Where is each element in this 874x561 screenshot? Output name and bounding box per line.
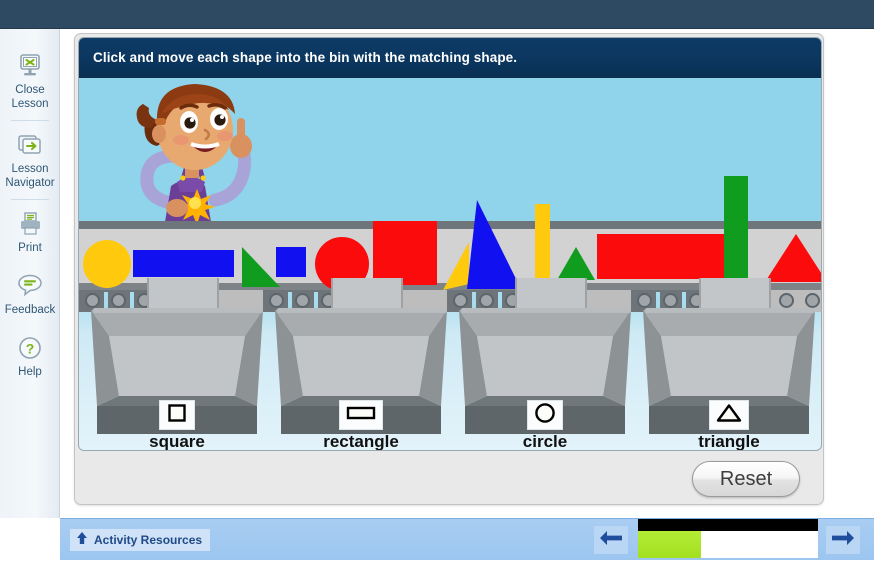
belt-shape-square-blue[interactable]	[276, 247, 306, 277]
sidebar-label-line2: Lesson	[11, 98, 49, 110]
bin-circle[interactable]: circle	[455, 278, 635, 451]
arrow-left-icon	[598, 528, 624, 553]
rectangle-glyph	[346, 405, 376, 426]
lesson-progress-bar[interactable]	[638, 519, 818, 561]
triangle-glyph	[716, 403, 742, 428]
arrow-right-icon	[830, 528, 856, 553]
bin-rectangle[interactable]: rectangle	[271, 278, 451, 451]
sidebar-item-print[interactable]: Print	[0, 211, 60, 255]
sidebar-item-help[interactable]: ? Help	[0, 335, 60, 379]
bin-triangle[interactable]: triangle	[639, 278, 819, 451]
belt-shape-rectangle-yellow[interactable]	[535, 204, 550, 289]
sidebar-divider	[10, 120, 49, 121]
navigator-arrow-icon	[15, 132, 45, 158]
activity-instruction: Click and move each shape into the bin w…	[79, 38, 821, 78]
belt-shape-rectangle-red[interactable]	[597, 234, 732, 279]
speech-bubble-icon	[15, 273, 45, 299]
arrow-up-icon	[76, 531, 88, 550]
bin-label-text: rectangle	[323, 432, 399, 451]
sidebar-item-feedback[interactable]: Feedback	[0, 273, 60, 317]
bin-label-card	[339, 400, 383, 430]
bin-label-text: square	[149, 432, 205, 451]
progress-fill	[638, 531, 701, 558]
sidebar-label-line1: Close	[15, 84, 45, 96]
belt-shape-triangle-blue[interactable]	[467, 200, 521, 289]
sidebar-item-lesson-navigator[interactable]: Lesson Navigator	[0, 132, 60, 190]
progress-cap	[638, 519, 818, 531]
sidebar-label-line1: Help	[18, 366, 42, 378]
reset-button[interactable]: Reset	[692, 461, 800, 497]
square-glyph	[167, 403, 187, 428]
svg-text:?: ?	[26, 341, 35, 357]
printer-icon	[15, 211, 45, 237]
belt-shape-square-red[interactable]	[373, 221, 437, 285]
monitor-close-icon	[15, 53, 45, 79]
bin-label-card	[709, 400, 749, 430]
bin-label-text: triangle	[698, 432, 760, 451]
bin-label-card	[527, 400, 563, 430]
bin-label-card	[159, 400, 195, 430]
activity-panel: Click and move each shape into the bin w…	[74, 33, 824, 505]
bin-label-text: circle	[522, 432, 568, 451]
activity-resources-button[interactable]: Activity Resources	[70, 529, 211, 551]
lesson-sidebar: Close Lesson Lesson Navigator Print Feed…	[0, 29, 60, 518]
belt-shape-triangle-green-small[interactable]	[557, 247, 595, 280]
bottom-navigation-bar: Activity Resources	[60, 518, 874, 560]
belt-shape-triangle-red[interactable]	[765, 234, 821, 282]
sidebar-item-close-lesson[interactable]: Close Lesson	[0, 53, 60, 111]
browser-top-bar	[0, 0, 874, 29]
bin-square[interactable]: square	[87, 278, 267, 451]
nav-back-button[interactable]	[594, 526, 628, 554]
belt-shape-rectangle-blue[interactable]	[133, 250, 234, 277]
belt-shape-rectangle-green[interactable]	[724, 176, 748, 281]
activity-resources-label: Activity Resources	[94, 533, 203, 547]
sidebar-label-line1: Lesson	[11, 163, 49, 175]
activity-stage: Click and move each shape into the bin w…	[78, 37, 822, 451]
progress-track	[638, 531, 818, 558]
cartoon-girl-character	[136, 84, 252, 234]
conveyor-top-edge	[79, 221, 821, 229]
sidebar-label-line2: Navigator	[5, 177, 55, 189]
question-mark-icon: ?	[15, 335, 45, 361]
sidebar-label-line1: Print	[18, 242, 42, 254]
sidebar-divider	[10, 199, 49, 200]
circle-glyph	[534, 402, 556, 429]
sidebar-label-line1: Feedback	[4, 304, 56, 316]
nav-next-button[interactable]	[826, 526, 860, 554]
